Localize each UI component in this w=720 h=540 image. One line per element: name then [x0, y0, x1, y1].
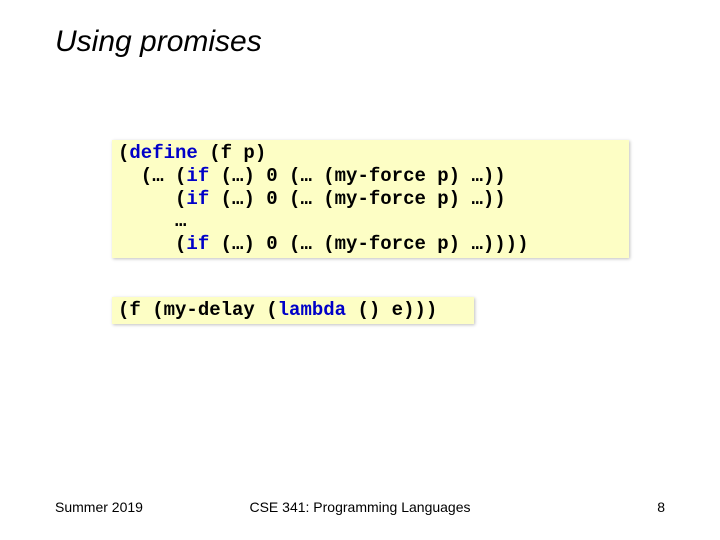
- code-text: (…) 0 (… (my-force p) …)): [209, 188, 505, 210]
- keyword-if: if: [186, 165, 209, 187]
- code-text: (f (my-delay (: [118, 299, 278, 321]
- keyword-define: define: [129, 142, 197, 164]
- keyword-lambda: lambda: [278, 299, 346, 321]
- code-text: (…) 0 (… (my-force p) …)): [209, 165, 505, 187]
- code-text: () e))): [346, 299, 437, 321]
- footer-course: CSE 341: Programming Languages: [0, 499, 720, 515]
- keyword-if: if: [186, 188, 209, 210]
- slide: Using promises (define (f p) (… (if (…) …: [0, 0, 720, 540]
- code-text: (f p): [198, 142, 266, 164]
- code-block-define: (define (f p) (… (if (…) 0 (… (my-force …: [112, 140, 629, 258]
- code-block-call: (f (my-delay (lambda () e))): [112, 297, 474, 324]
- code-text: (: [118, 188, 186, 210]
- keyword-if: if: [186, 233, 209, 255]
- code-text: …: [118, 210, 186, 232]
- code-text: (… (: [118, 165, 186, 187]
- slide-title: Using promises: [55, 25, 262, 59]
- code-text: (: [118, 233, 186, 255]
- footer-page-number: 8: [657, 499, 665, 515]
- code-text: (…) 0 (… (my-force p) …)))): [209, 233, 528, 255]
